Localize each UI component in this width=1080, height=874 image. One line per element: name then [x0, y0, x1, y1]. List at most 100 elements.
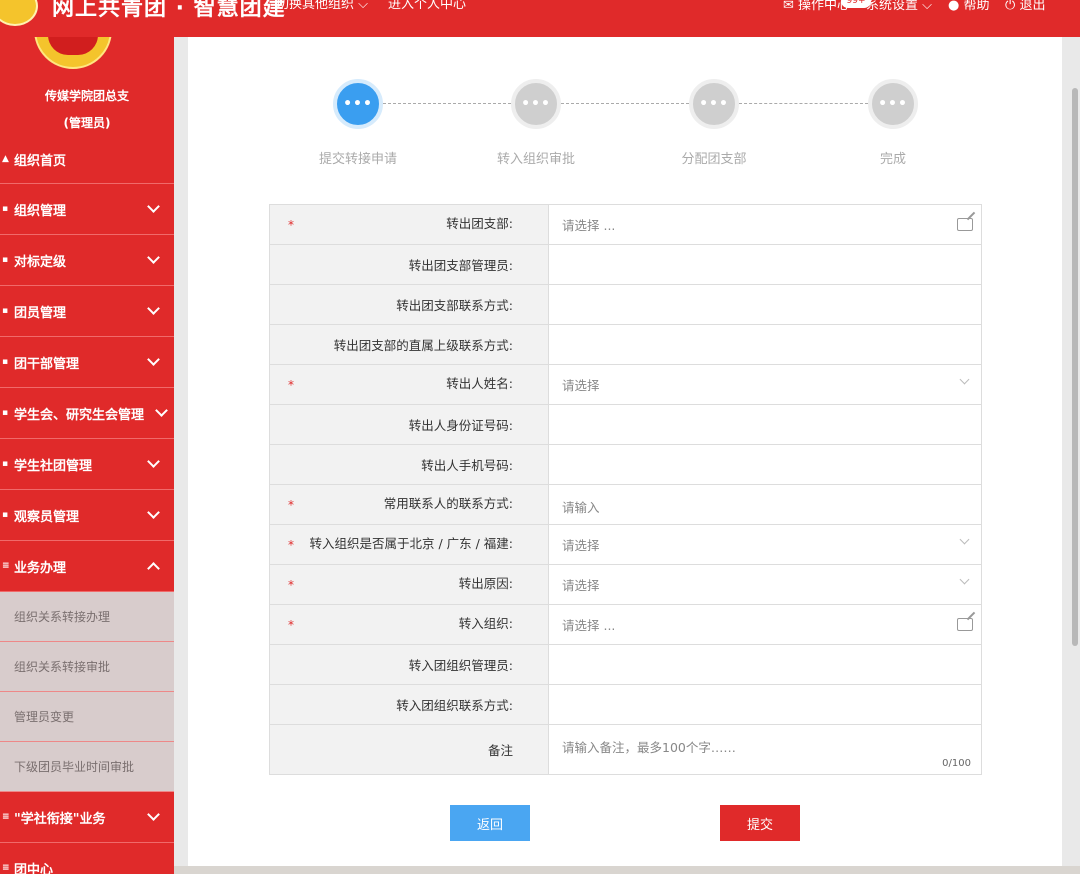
main-panel: ••• ••• ••• ••• 提交转接申请 转入组织审批 分配团支部 完成 *…: [188, 37, 1062, 874]
char-counter: 0/100: [942, 758, 971, 769]
sidebar-item-label: "学社衔接"业务: [14, 811, 106, 827]
back-button[interactable]: 返回: [450, 805, 530, 841]
chevron-down-icon: [147, 200, 160, 213]
form-row: 转出团支部联系方式:: [270, 285, 981, 325]
required-mark: *: [288, 538, 294, 552]
sidebar-item-business[interactable]: ≡ 业务办理: [0, 541, 174, 592]
form-label-text: 转出原因:: [458, 576, 513, 591]
form-row: 转入团组织联系方式:: [270, 685, 981, 725]
form-row: 转入团组织管理员:: [270, 645, 981, 685]
form-label: 转出团支部的直属上级联系方式:: [270, 325, 549, 364]
sidebar-item-label: 学生会、研究生会管理: [14, 407, 145, 423]
scrollbar[interactable]: [1072, 88, 1078, 646]
form-label-text: 备注: [487, 743, 513, 758]
transfer-form: * 转出团支部: 请选择 ... 转出团支部管理员: 转出团支部联系方式: 转出团…: [269, 204, 982, 775]
sidebar-item-label: 业务办理: [14, 560, 67, 576]
chevron-up-icon: [147, 562, 160, 575]
league-emblem-icon: [34, 37, 112, 69]
chevron-down-icon: [155, 404, 168, 417]
required-mark: *: [288, 498, 294, 512]
chevron-down-icon: [959, 534, 970, 545]
out-branch-select[interactable]: 请选择 ...: [549, 205, 981, 244]
org-role: (管理员): [63, 116, 111, 130]
sitemap-icon: ▪: [2, 204, 9, 214]
form-row: 转出团支部管理员:: [270, 245, 981, 285]
form-label: * 转入组织:: [270, 605, 549, 644]
chevron-down-icon: [147, 808, 160, 821]
submit-button[interactable]: 提交: [720, 805, 800, 841]
form-label-text: 常用联系人的联系方式:: [383, 496, 513, 511]
sidebar-subitem-transfer-approval[interactable]: 组织关系转接审批: [0, 642, 174, 692]
sidebar-subitem-transfer[interactable]: 组织关系转接办理: [0, 592, 174, 642]
sidebar-item-observers[interactable]: ▪ 观察员管理: [0, 490, 174, 541]
step-dots: •••: [699, 96, 729, 112]
chevron-down-icon: [959, 374, 970, 385]
form-label: * 转出原因:: [270, 565, 549, 604]
sidebar-item-student-union[interactable]: ▪ 学生会、研究生会管理: [0, 388, 174, 439]
form-row: * 转入组织是否属于北京 / 广东 / 福建: 请选择: [270, 525, 981, 565]
sidebar-item-benchmark[interactable]: ▪ 对标定级: [0, 235, 174, 286]
sidebar-item-cadre-management[interactable]: ▪ 团干部管理: [0, 337, 174, 388]
switch-org-menu[interactable]: 切换其他组织 ⌵: [276, 0, 368, 12]
form-row: 备注 请输入备注，最多100个字…… 0/100: [270, 725, 981, 774]
form-label-text: 转出团支部:: [446, 216, 513, 231]
form-label: * 常用联系人的联系方式:: [270, 485, 549, 524]
sidebar-item-school-community[interactable]: ≡ "学社衔接"业务: [0, 792, 174, 843]
sidebar-item-org-home[interactable]: ▲ 组织首页: [0, 135, 174, 184]
field-value: 请选择 ...: [562, 618, 616, 633]
out-branch-contact-value: [549, 285, 981, 324]
contact-input[interactable]: 请输入: [549, 485, 981, 524]
chevron-down-icon: [147, 302, 160, 315]
out-person-id-value: [549, 405, 981, 444]
edit-icon[interactable]: [957, 218, 973, 231]
sidebar-subitem-graduation-approval[interactable]: 下级团员毕业时间审批: [0, 742, 174, 792]
sidebar-item-label: 对标定级: [14, 254, 67, 270]
users-icon: ▪: [2, 510, 9, 520]
step-3-icon: •••: [689, 79, 739, 129]
sidebar-item-label: 团员管理: [14, 305, 67, 321]
edit-icon[interactable]: [957, 618, 973, 631]
sidebar-subitem-admin-change[interactable]: 管理员变更: [0, 692, 174, 742]
bottom-strip: [174, 866, 1080, 874]
mail-icon: ✉: [783, 0, 794, 13]
form-label: 转出团支部联系方式:: [270, 285, 549, 324]
sidebar-item-center[interactable]: ≡ 团中心: [0, 843, 174, 874]
form-label-text: 转出团支部联系方式:: [396, 298, 513, 313]
form-label: 转入团组织管理员:: [270, 645, 549, 684]
org-name: 传媒学院团总支: [44, 89, 129, 103]
users-icon: ▪: [2, 408, 9, 418]
sidebar-item-member-management[interactable]: ▪ 团员管理: [0, 286, 174, 337]
form-row: 转出团支部的直属上级联系方式:: [270, 325, 981, 365]
top-bar: 网上共青团 · 智慧团建 切换其他组织 ⌵ 进入个人中心 ✉ 操作中心 99+ …: [0, 0, 1080, 37]
list-icon: ≡: [2, 863, 10, 873]
logout-button[interactable]: ⏻ 退出: [1005, 0, 1045, 13]
reason-select[interactable]: 请选择: [549, 565, 981, 604]
personal-center-link[interactable]: 进入个人中心: [388, 0, 466, 12]
sidebar-item-org-management[interactable]: ▪ 组织管理: [0, 184, 174, 235]
step-2-icon: •••: [511, 79, 561, 129]
operation-center-button[interactable]: ✉ 操作中心: [783, 0, 850, 13]
list-icon: ≡: [2, 561, 10, 571]
form-label-text: 转入团组织联系方式:: [396, 698, 513, 713]
form-label-text: 转出人身份证号码:: [408, 418, 513, 433]
region-select[interactable]: 请选择: [549, 525, 981, 564]
help-icon: ●: [948, 0, 960, 13]
users-icon: ▪: [2, 357, 9, 367]
in-org-contact-value: [549, 685, 981, 724]
sidebar-item-label: 组织首页: [14, 153, 67, 169]
system-settings-menu[interactable]: 系统设置 ⌵: [866, 0, 932, 13]
form-label-text: 转出团支部管理员:: [408, 258, 513, 273]
sidebar-item-student-clubs[interactable]: ▪ 学生社团管理: [0, 439, 174, 490]
league-logo-icon: [0, 0, 38, 26]
help-button[interactable]: ● 帮助: [948, 0, 990, 13]
form-label: * 转出人姓名:: [270, 365, 549, 404]
help-label: 帮助: [963, 0, 990, 13]
step-1-icon: •••: [333, 79, 383, 129]
brand-title: 网上共青团 · 智慧团建: [52, 0, 286, 21]
field-placeholder: 请输入: [562, 500, 600, 515]
in-org-select[interactable]: 请选择 ...: [549, 605, 981, 644]
step-dots: •••: [521, 96, 551, 112]
out-person-name-select[interactable]: 请选择: [549, 365, 981, 404]
step-dots: •••: [878, 96, 908, 112]
remark-textarea[interactable]: 请输入备注，最多100个字…… 0/100: [549, 725, 981, 774]
